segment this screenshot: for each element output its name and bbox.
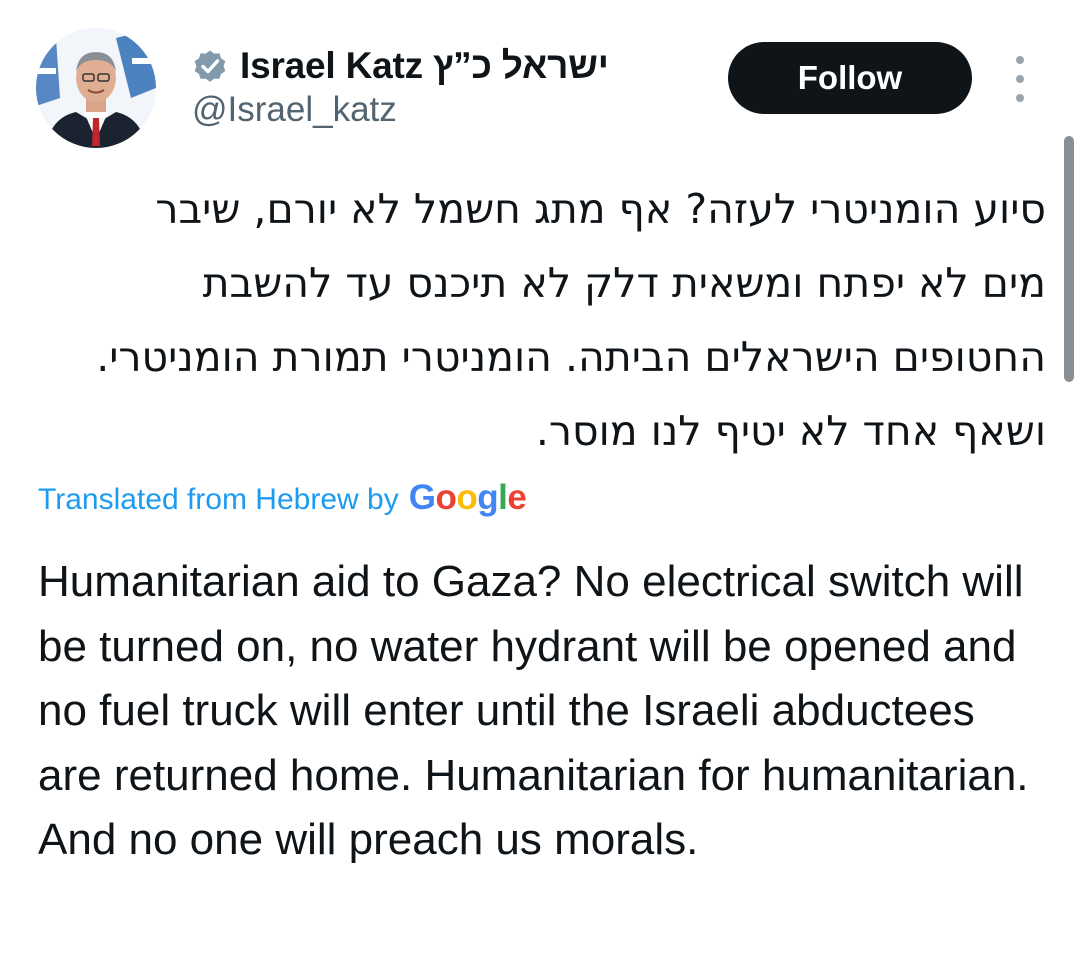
tweet-translated-text: Humanitarian aid to Gaza? No electrical … — [38, 557, 1029, 864]
author-display-name[interactable]: Israel Katz ישראל כ”ץ — [240, 45, 609, 87]
google-logo-letter: g — [477, 478, 499, 517]
follow-button[interactable]: Follow — [728, 42, 972, 114]
google-logo-letter: o — [435, 478, 457, 517]
translation-label: Translated from Hebrew by — [38, 483, 399, 516]
avatar[interactable] — [36, 28, 156, 148]
more-dot — [1016, 75, 1024, 83]
author-handle[interactable]: @Israel_katz — [192, 90, 397, 130]
google-logo-letter: G — [408, 478, 436, 517]
scrollbar[interactable] — [1064, 136, 1074, 382]
verified-badge-icon — [192, 48, 228, 84]
more-dot — [1016, 56, 1024, 64]
more-vertical-icon[interactable] — [1006, 56, 1034, 102]
google-logo-letter: o — [456, 478, 478, 517]
google-logo-letter: e — [507, 478, 527, 517]
more-dot — [1016, 94, 1024, 102]
author-name-row[interactable]: Israel Katz ישראל כ”ץ — [192, 40, 609, 92]
translation-attribution[interactable]: Translated from Hebrew by Google — [38, 478, 527, 518]
google-logo: Google — [409, 478, 527, 518]
google-logo-letter: l — [498, 478, 508, 517]
tweet-original-text: סיוע הומניטרי לעזה? אף מתג חשמל לא יורם,… — [96, 185, 1046, 455]
